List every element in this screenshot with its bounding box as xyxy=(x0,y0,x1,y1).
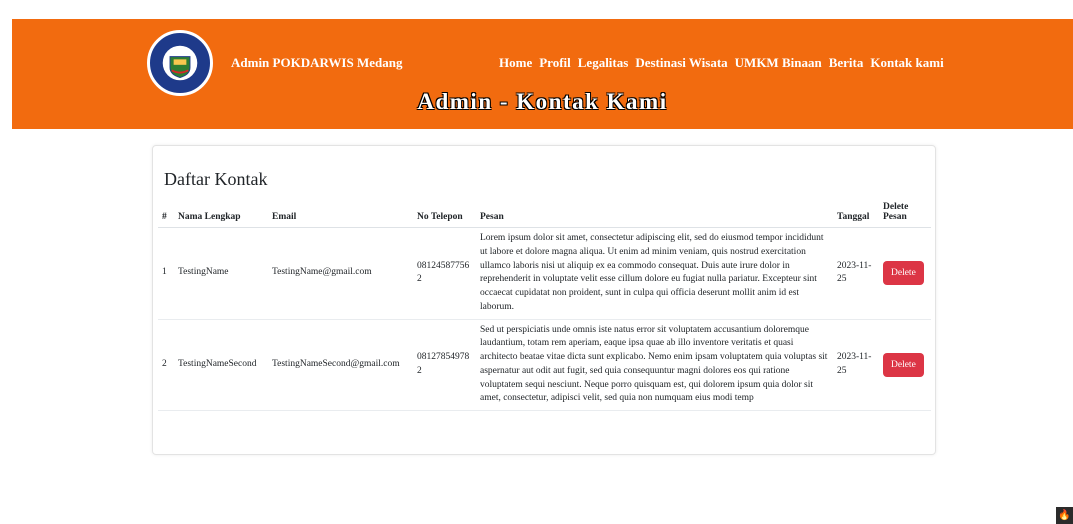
delete-button[interactable]: Delete xyxy=(883,352,924,377)
col-delete-pesan: Delete Pesan xyxy=(879,199,931,228)
page-title: Admin - Kontak Kami xyxy=(417,89,668,114)
nav-kontak-kami[interactable]: Kontak kami xyxy=(870,55,943,71)
nav-home[interactable]: Home xyxy=(499,55,532,71)
contact-list-card: Daftar Kontak # Nama Lengkap Email No Te… xyxy=(152,145,936,455)
nav-umkm-binaan[interactable]: UMKM Binaan xyxy=(735,55,822,71)
pokdarwis-logo[interactable] xyxy=(147,30,213,96)
table-row: 2 TestingNameSecond TestingNameSecond@gm… xyxy=(158,319,931,412)
row-message: Lorem ipsum dolor sit amet, consectetur … xyxy=(476,227,833,320)
row-phone: 081245877562 xyxy=(413,227,476,320)
col-email: Email xyxy=(268,199,413,228)
site-header: Admin POKDARWIS Medang Home Profil Legal… xyxy=(12,19,1073,129)
row-message: Sed ut perspiciatis unde omnis iste natu… xyxy=(476,319,833,412)
col-pesan: Pesan xyxy=(476,199,833,228)
contact-table: # Nama Lengkap Email No Telepon Pesan Ta… xyxy=(158,199,931,412)
card-title: Daftar Kontak xyxy=(164,169,268,189)
row-date: 2023-11-25 xyxy=(833,227,879,320)
nav-profil[interactable]: Profil xyxy=(539,55,571,71)
col-no-telepon: No Telepon xyxy=(413,199,476,228)
col-tanggal: Tanggal xyxy=(833,199,879,228)
row-phone: 081278549782 xyxy=(413,319,476,412)
row-email: TestingNameSecond@gmail.com xyxy=(268,319,413,412)
row-name: TestingName xyxy=(174,227,268,320)
row-email: TestingName@gmail.com xyxy=(268,227,413,320)
delete-button[interactable]: Delete xyxy=(883,261,924,286)
row-date: 2023-11-25 xyxy=(833,319,879,412)
table-row: 1 TestingName TestingName@gmail.com 0812… xyxy=(158,227,931,320)
logo-emblem-icon xyxy=(152,35,208,91)
col-number: # xyxy=(158,199,174,228)
table-header-row: # Nama Lengkap Email No Telepon Pesan Ta… xyxy=(158,199,931,228)
nav-destinasi-wisata[interactable]: Destinasi Wisata xyxy=(635,55,727,71)
nav-legalitas[interactable]: Legalitas xyxy=(578,55,629,71)
top-spacer xyxy=(0,0,1073,19)
main-nav: Home Profil Legalitas Destinasi Wisata U… xyxy=(499,55,944,71)
row-number: 2 xyxy=(158,319,174,412)
row-name: TestingNameSecond xyxy=(174,319,268,412)
col-nama-lengkap: Nama Lengkap xyxy=(174,199,268,228)
nav-berita[interactable]: Berita xyxy=(829,55,864,71)
brand-link[interactable]: Admin POKDARWIS Medang xyxy=(231,55,402,71)
row-number: 1 xyxy=(158,227,174,320)
flame-icon[interactable]: 🔥 xyxy=(1056,507,1073,524)
